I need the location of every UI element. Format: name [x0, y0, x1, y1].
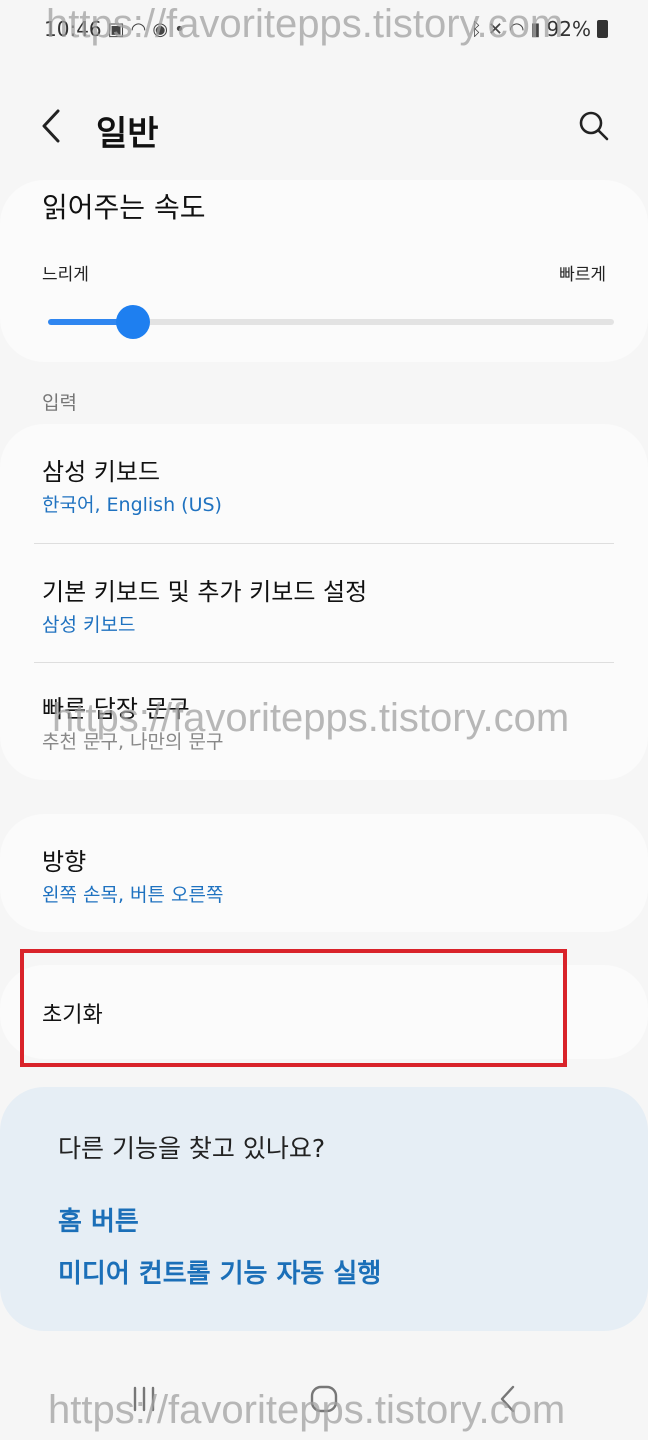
app-notification-icon: ◉	[152, 18, 169, 40]
samsung-keyboard-subtitle: 한국어, English (US)	[42, 494, 222, 516]
page-title: 일반	[96, 114, 159, 154]
keyboard-settings-title: 기본 키보드 및 추가 키보드 설정	[42, 578, 368, 606]
status-bar: 10:46 ▣ ◠ ◉ • ᛒ ✕ ◠ ▮ 92%	[0, 0, 648, 58]
keyboard-settings-item[interactable]: 기본 키보드 및 추가 키보드 설정 삼성 키보드	[0, 544, 648, 662]
direction-title: 방향	[42, 848, 87, 876]
home-icon	[310, 1385, 338, 1413]
samsung-keyboard-item[interactable]: 삼성 키보드 한국어, English (US)	[0, 424, 648, 542]
suggestions-title: 다른 기능을 찾고 있나요?	[58, 1134, 326, 1163]
media-control-link[interactable]: 미디어 컨트롤 기능 자동 실행	[58, 1253, 381, 1290]
slider-thumb[interactable]	[115, 305, 150, 339]
battery-icon	[597, 20, 608, 38]
chevron-left-icon	[42, 109, 60, 143]
quick-reply-item[interactable]: 빠른 답장 문구 추천 문구, 나만의 문구	[0, 663, 648, 780]
speech-rate-max-label: 빠르게	[559, 265, 606, 285]
home-button[interactable]	[294, 1374, 354, 1424]
wifi-notification-icon: ◠	[130, 18, 147, 40]
navigation-bar	[0, 1360, 648, 1440]
input-settings-card: 삼성 키보드 한국어, English (US) 기본 키보드 및 추가 키보드…	[0, 424, 648, 780]
wifi-icon: ◠	[508, 18, 525, 40]
more-notifications-dot-icon: •	[174, 18, 185, 40]
direction-subtitle: 왼쪽 손목, 버튼 오른쪽	[42, 884, 224, 906]
status-time: 10:46	[44, 17, 102, 41]
battery-percent: 92%	[546, 17, 591, 41]
suggestions-card: 다른 기능을 찾고 있나요? 홈 버튼 미디어 컨트롤 기능 자동 실행	[0, 1087, 648, 1331]
back-nav-icon	[500, 1385, 515, 1413]
home-button-link[interactable]: 홈 버튼	[58, 1201, 139, 1238]
quick-reply-title: 빠른 답장 문구	[42, 695, 190, 723]
status-right: ᛒ ✕ ◠ ▮ 92%	[471, 17, 608, 41]
back-button[interactable]	[30, 104, 74, 148]
gallery-notification-icon: ▣	[107, 18, 125, 40]
direction-card[interactable]: 방향 왼쪽 손목, 버튼 오른쪽	[0, 814, 648, 932]
speech-rate-slider[interactable]	[48, 305, 614, 339]
input-section-label: 입력	[42, 392, 77, 414]
recent-apps-icon	[133, 1386, 155, 1412]
highlight-box	[20, 949, 567, 1067]
mute-icon: ✕	[487, 18, 503, 40]
signal-icon: ▮	[530, 18, 541, 40]
search-icon	[579, 111, 609, 141]
status-left: 10:46 ▣ ◠ ◉ •	[44, 17, 185, 41]
recent-apps-button[interactable]	[114, 1374, 174, 1424]
bluetooth-icon: ᛒ	[471, 18, 482, 40]
speech-rate-title: 읽어주는 속도	[42, 191, 206, 224]
speech-rate-card: 읽어주는 속도 느리게 빠르게	[0, 180, 648, 362]
speech-rate-min-label: 느리게	[42, 265, 89, 285]
app-bar: 일반	[0, 86, 648, 166]
back-nav-button[interactable]	[478, 1374, 538, 1424]
quick-reply-subtitle: 추천 문구, 나만의 문구	[42, 731, 224, 753]
keyboard-settings-subtitle: 삼성 키보드	[42, 614, 136, 636]
search-button[interactable]	[572, 104, 616, 148]
samsung-keyboard-title: 삼성 키보드	[42, 458, 161, 486]
